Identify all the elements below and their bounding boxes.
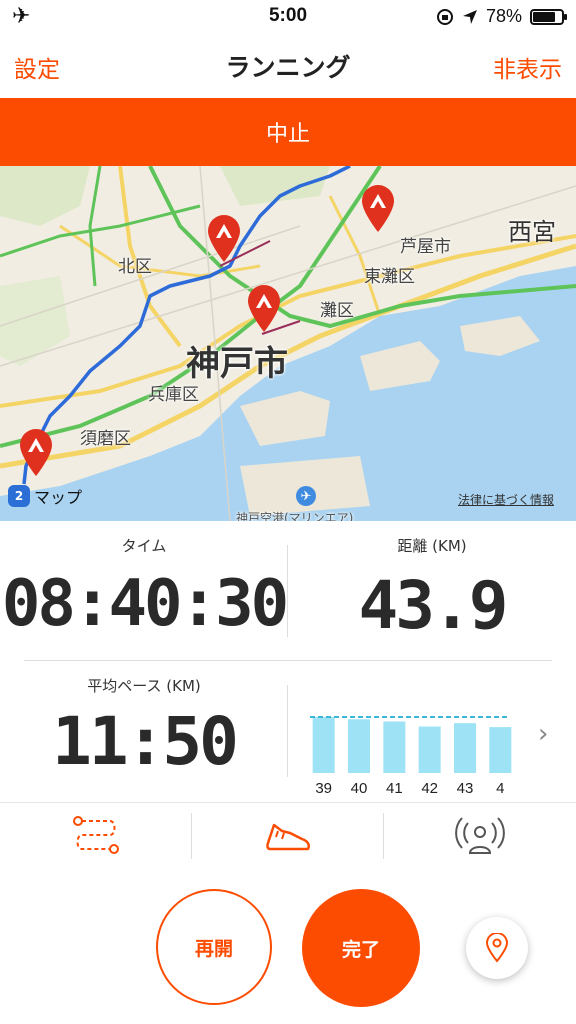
map-pin-icon[interactable] — [18, 428, 54, 478]
map-label-suma: 須磨区 — [80, 429, 131, 449]
chart-category-label: 40 — [351, 780, 368, 797]
splits-chart-svg: 39 40 41 42 43 4 — [310, 716, 512, 797]
page-title: ランニング — [225, 53, 351, 82]
finish-button[interactable]: 完了 — [302, 889, 420, 1007]
map-label-ashiya: 芦屋市 — [400, 237, 451, 257]
location-arrow-icon — [462, 9, 477, 24]
time-label: タイム — [121, 537, 167, 555]
nav-bar: 設定 ランニング 非表示 — [0, 34, 576, 98]
map-label-nada: 灘区 — [320, 301, 354, 321]
chevron-right-icon[interactable]: › — [538, 719, 548, 749]
distance-value: 43.9 — [358, 567, 509, 644]
tab-shoe[interactable] — [192, 803, 384, 871]
map-label-higashinada: 東灘区 — [364, 267, 415, 287]
tab-bar — [0, 802, 576, 870]
chart-bar — [383, 721, 406, 773]
tab-beacon[interactable] — [384, 803, 576, 871]
route-icon — [73, 816, 119, 854]
stats-panel: タイム 08:40:30 距離 (KM) 43.9 平均ペース (KM) 11:… — [0, 521, 576, 801]
chart-category-label: 43 — [457, 780, 474, 797]
map-label-airport: 神戸空港(マリンエア) — [236, 511, 354, 521]
stats-divider — [287, 685, 288, 777]
legal-link[interactable]: 法律に基づく情報 — [458, 491, 554, 508]
stop-button[interactable]: 中止 — [0, 98, 576, 166]
distance-label: 距離 (KM) — [397, 537, 467, 555]
splits-chart[interactable]: 39 40 41 42 43 4 — [306, 687, 518, 797]
screen-rotation-lock-icon — [436, 8, 453, 25]
resume-button[interactable]: 再開 — [156, 889, 272, 1005]
status-bar: ✈ 5:00 78% — [0, 0, 576, 34]
beacon-icon — [455, 817, 505, 854]
maps-logo: 2 マップ — [8, 484, 82, 508]
time-value: 08:40:30 — [1, 567, 289, 641]
location-button[interactable] — [466, 917, 528, 979]
stats-row-divider — [24, 660, 552, 661]
route-map[interactable]: 北区 神戸市 兵庫区 須磨区 灘区 東灘区 芦屋市 西宮 神戸空港(マリンエア)… — [0, 166, 576, 521]
battery-icon — [530, 8, 567, 25]
status-right: 78% — [436, 6, 567, 27]
chart-bar — [348, 719, 370, 773]
maps-logo-icon: 2 — [8, 485, 30, 507]
map-label-kita: 北区 — [118, 257, 152, 277]
map-pin-icon[interactable] — [360, 184, 396, 234]
chart-category-label: 39 — [315, 780, 332, 797]
map-label-kobe: 神戸市 — [186, 344, 288, 384]
settings-button[interactable]: 設定 — [14, 50, 60, 84]
airport-icon: ✈ — [296, 486, 316, 506]
pace-value: 11:50 — [52, 703, 239, 780]
chart-bar — [489, 727, 512, 773]
battery-percent: 78% — [485, 6, 522, 26]
chart-bar — [312, 717, 335, 773]
shoe-icon — [266, 823, 310, 851]
map-background — [0, 166, 576, 521]
chart-category-label: 4 — [496, 780, 504, 797]
hide-button[interactable]: 非表示 — [493, 50, 562, 84]
location-pin-icon — [485, 933, 509, 963]
map-pin-icon[interactable] — [246, 284, 282, 334]
chart-bar — [418, 726, 441, 773]
tab-route[interactable] — [0, 803, 192, 871]
chart-category-label: 42 — [421, 780, 438, 797]
pace-label: 平均ペース (KM) — [87, 677, 201, 695]
chart-bar — [454, 723, 476, 773]
map-label-hyogo: 兵庫区 — [148, 385, 199, 405]
maps-logo-text: マップ — [34, 488, 83, 507]
map-label-nishinomiya: 西宮 — [508, 218, 556, 246]
map-pin-icon[interactable] — [206, 214, 242, 264]
chart-category-label: 41 — [386, 780, 403, 797]
